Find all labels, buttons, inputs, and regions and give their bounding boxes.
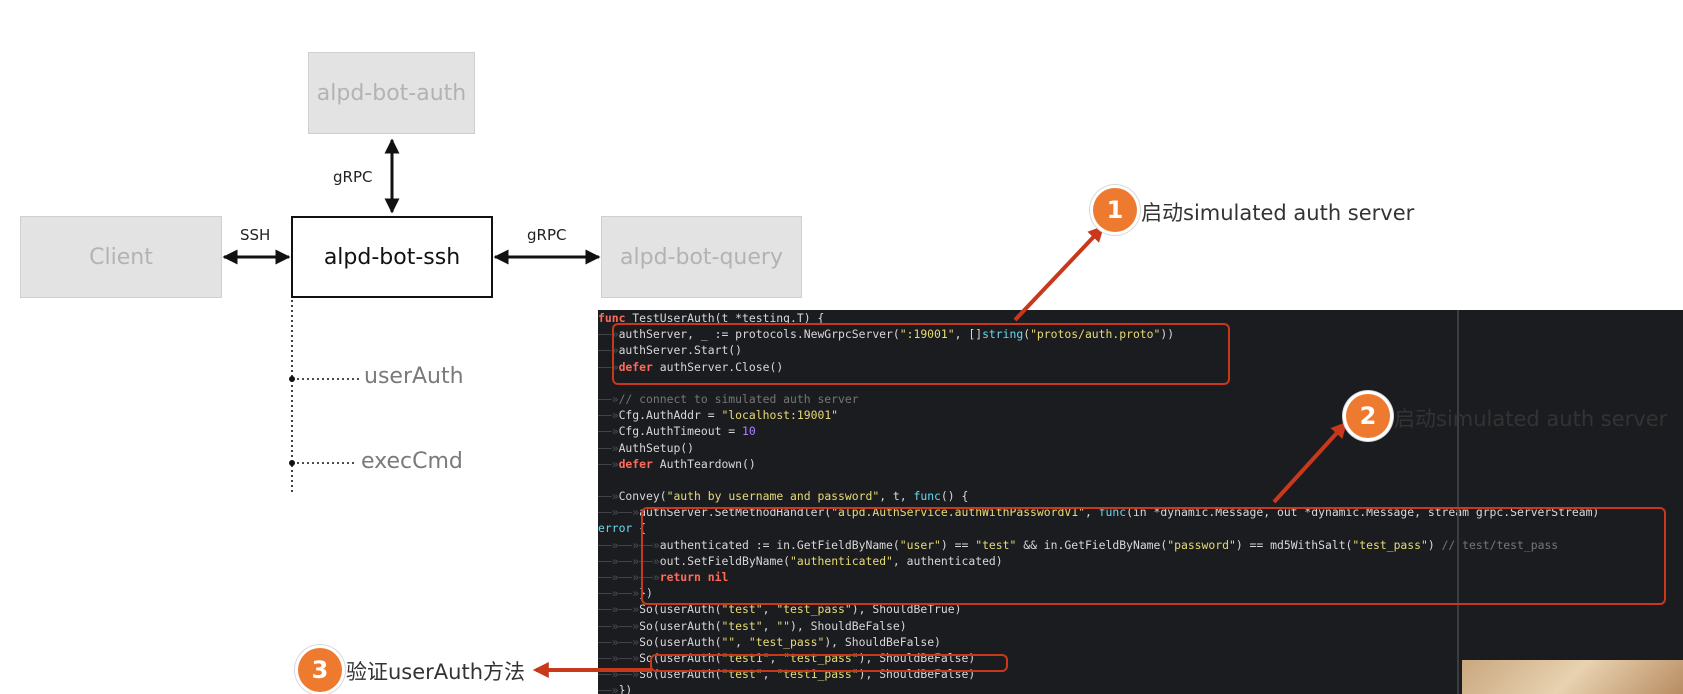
callout-text-3: 验证userAuth方法 [346,660,526,684]
callout-text-2: 启动simulated auth server [1394,407,1668,431]
callout-arrow-2 [1272,421,1348,504]
callout-badge-1: 1 [1093,188,1137,232]
call-execcmd-dot [289,460,295,466]
callout-text-1: 启动simulated auth server [1141,201,1415,225]
call-userauth-dot [289,376,295,382]
callout-badge-2: 2 [1346,394,1390,438]
callout-badge-3: 3 [298,648,342,692]
callout-arrow-1 [1013,225,1105,322]
diagram-connectors [222,138,1348,678]
